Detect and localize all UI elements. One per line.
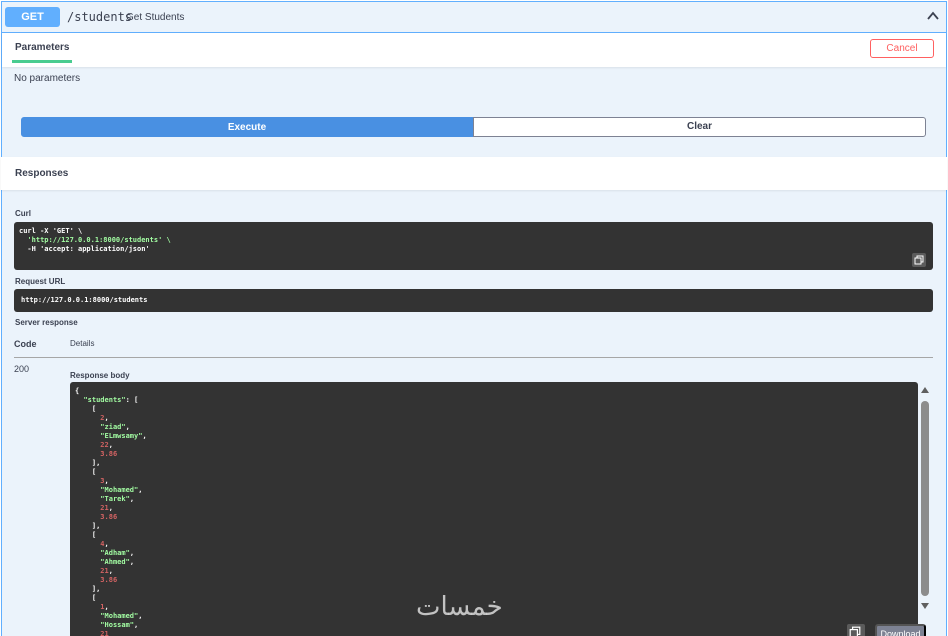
json-line: 3,	[100, 477, 109, 485]
json-line: 3.86	[100, 576, 118, 584]
tab-parameters[interactable]: Parameters	[12, 33, 73, 63]
request-url-label: Request URL	[15, 277, 66, 286]
json-line: {	[75, 387, 80, 395]
json-line: "ELmwsamy",	[100, 432, 147, 440]
json-line: ],	[91, 459, 101, 467]
clear-button[interactable]: Clear	[473, 117, 926, 137]
json-line: [	[91, 468, 97, 476]
json-line: 21,	[100, 504, 113, 512]
json-line: [	[91, 531, 97, 539]
cancel-button[interactable]: Cancel	[870, 39, 934, 58]
scroll-thumb[interactable]	[921, 401, 929, 596]
download-button[interactable]: Download	[875, 624, 926, 636]
chevron-up-icon[interactable]	[926, 9, 940, 23]
json-line: "ziad",	[100, 423, 130, 431]
curl-line: 'http://127.0.0.1:8000/students' \	[19, 236, 171, 244]
response-scrollbar[interactable]	[918, 385, 932, 630]
json-line: 3.86	[100, 513, 118, 521]
endpoint-description: Get Students	[126, 12, 185, 23]
no-parameters-text: No parameters	[14, 73, 81, 84]
code-column-header: Code	[14, 339, 37, 349]
scroll-down-arrow-icon[interactable]	[921, 603, 929, 609]
response-body-label: Response body	[70, 371, 130, 380]
json-line: "Mohamed",	[100, 486, 143, 494]
json-line: "Hossam",	[100, 621, 139, 629]
execute-clear-group: Execute Clear	[21, 117, 926, 137]
json-line: 2,	[100, 414, 109, 422]
watermark: خمسات	[416, 592, 503, 622]
curl-label: Curl	[15, 209, 31, 218]
json-line: "Ahmed",	[100, 558, 135, 566]
parameters-header: Parameters Cancel	[2, 33, 946, 67]
json-line: 21	[100, 630, 109, 636]
execute-button[interactable]: Execute	[21, 117, 473, 137]
copy-icon[interactable]	[847, 624, 865, 636]
scroll-up-arrow-icon[interactable]	[921, 387, 929, 393]
json-line: "Tarek",	[100, 495, 135, 503]
status-code: 200	[14, 364, 30, 374]
json-line: 21,	[100, 567, 113, 575]
json-line: ],	[91, 522, 101, 530]
server-response-label: Server response	[15, 318, 78, 327]
json-line: 3.86	[100, 450, 118, 458]
json-line: [	[91, 405, 97, 413]
responses-title: Responses	[15, 168, 69, 179]
json-line: "Adham",	[100, 549, 135, 557]
json-line: 22,	[100, 441, 113, 449]
table-divider	[14, 357, 933, 358]
curl-line: curl -X 'GET' \	[19, 227, 83, 235]
responses-header: Responses	[1, 157, 947, 190]
curl-command-box[interactable]: curl -X 'GET' \ 'http://127.0.0.1:8000/s…	[14, 222, 933, 270]
operation-summary[interactable]: GET /students Get Students	[2, 2, 946, 33]
json-line: 4,	[100, 540, 109, 548]
json-line: "students": [	[83, 396, 139, 404]
request-url-box[interactable]: http://127.0.0.1:8000/students	[14, 289, 933, 312]
curl-line: -H 'accept: application/json'	[19, 245, 150, 253]
copy-icon[interactable]	[912, 253, 926, 267]
endpoint-path: /students	[67, 10, 133, 24]
details-column-header: Details	[70, 339, 95, 348]
http-method-badge: GET	[5, 7, 60, 27]
